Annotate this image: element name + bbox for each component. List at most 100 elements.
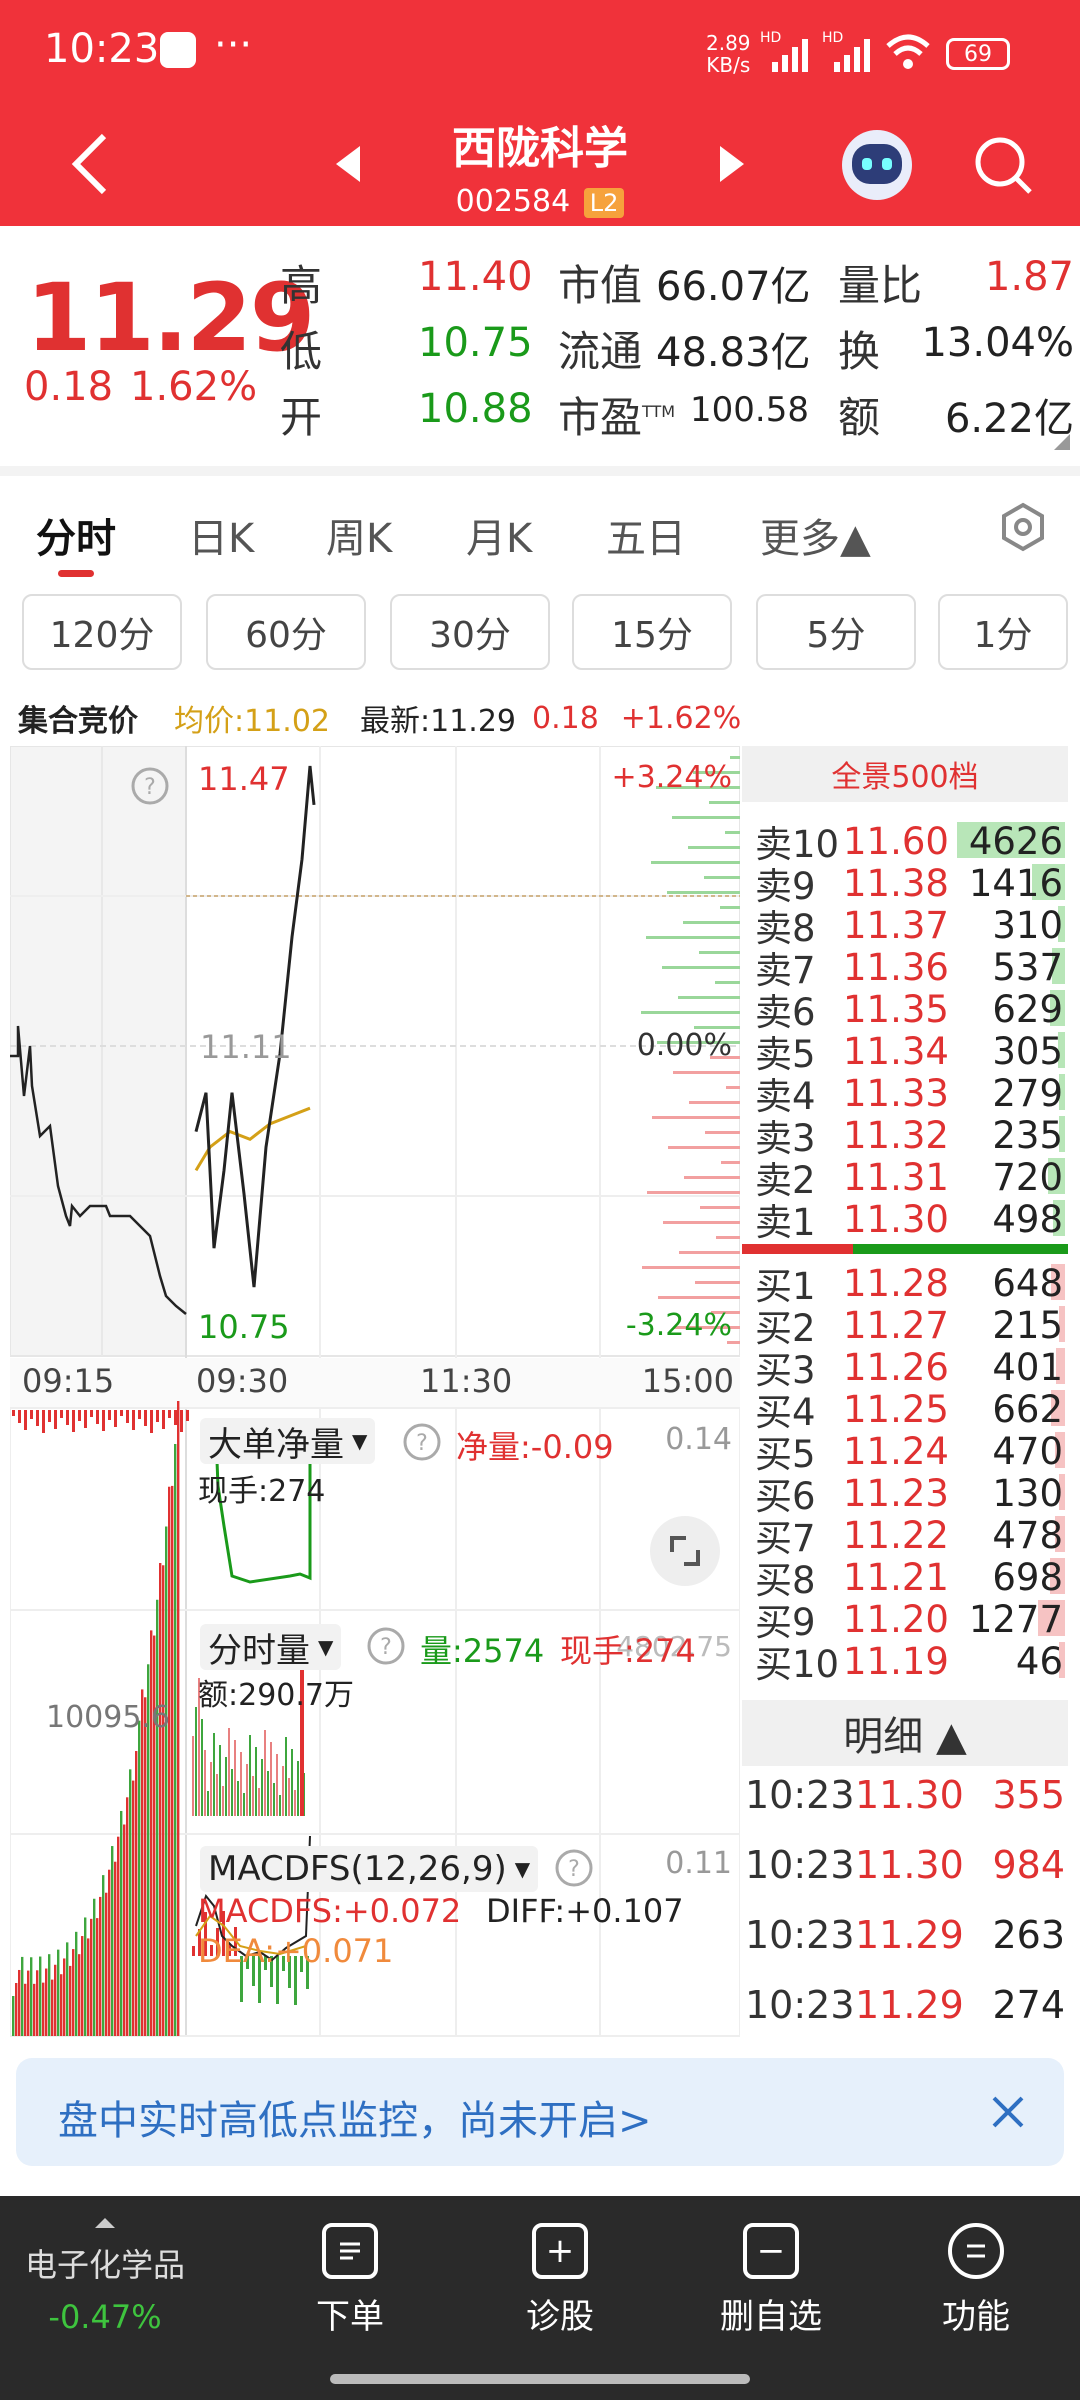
macd-selector[interactable]: MACDFS(12,26,9) ▼ — [200, 1846, 539, 1892]
dea-value: DEA:+0.071 — [198, 1932, 394, 1970]
auction-volume-bar — [105, 1892, 108, 2036]
bid-row[interactable]: 买10 11.19 46 — [755, 1640, 1065, 1686]
auction-volume-bar — [171, 1485, 174, 2036]
intraday-volume-bar — [273, 1783, 275, 1816]
volume-title: 分时量 — [208, 1630, 310, 1671]
robot-assistant-icon[interactable] — [842, 130, 912, 200]
tab-intraday[interactable]: 分时 — [36, 506, 116, 564]
sector-pct: -0.47% — [48, 2298, 162, 2336]
volume-value: 量:2574 — [420, 1632, 545, 1670]
ask-price: 11.33 — [843, 1071, 949, 1115]
volume-hand: 现手:274 — [560, 1632, 696, 1670]
ask-price: 11.30 — [843, 1197, 949, 1241]
intraday-volume-bar — [294, 1790, 296, 1816]
intraday-volume-bar — [252, 1776, 254, 1816]
bid-ask-ratio-bar — [742, 1244, 1068, 1254]
home-indicator[interactable] — [330, 2374, 750, 2384]
auction-volume-bar — [153, 1635, 156, 2036]
period-60min[interactable]: 60分 — [206, 594, 366, 670]
low-value: 10.75 — [418, 320, 533, 366]
auction-volume-bar — [33, 1983, 36, 2036]
period-5min[interactable]: 5分 — [756, 594, 916, 670]
prev-stock-icon[interactable] — [334, 144, 362, 184]
depth-bar — [699, 951, 740, 954]
pct-axis-low: -3.24% — [625, 1308, 732, 1343]
settings-hexagon-icon[interactable] — [1000, 502, 1046, 552]
ask-volume-value: 537 — [992, 945, 1063, 989]
turnover-value: 13.04% — [921, 320, 1074, 366]
auction-volume-bar — [114, 1861, 117, 2036]
diagnose-label: 诊股 — [526, 2296, 594, 2337]
auction-volume-bar — [150, 1630, 153, 2036]
close-icon[interactable] — [990, 2094, 1026, 2130]
auction-volume-bar — [99, 1896, 102, 2036]
trade-time: 10:23 — [745, 1843, 855, 1887]
caret-up-icon — [95, 2218, 115, 2228]
trade-price: 11.29 — [855, 1983, 964, 2027]
fullscreen-icon[interactable] — [650, 1516, 720, 1586]
help-circle-icon[interactable]: ? — [402, 1422, 442, 1462]
svg-text:?: ? — [380, 1635, 392, 1660]
bid-price: 11.23 — [843, 1471, 949, 1515]
latest-price: 最新:11.29 — [360, 704, 516, 739]
back-icon[interactable] — [68, 130, 112, 198]
help-circle-icon[interactable]: ? — [130, 766, 170, 806]
ask-row[interactable]: 卖1 11.30 498 — [755, 1197, 1065, 1244]
auction-net-bar — [126, 1410, 129, 1423]
depth-bar — [662, 966, 740, 969]
order-book-header[interactable]: 全景500档 — [742, 746, 1068, 802]
period-1min[interactable]: 1分 — [938, 594, 1068, 670]
period-15min[interactable]: 15分 — [572, 594, 732, 670]
tab-daily-k[interactable]: 日K — [188, 506, 254, 564]
help-circle-icon[interactable]: ? — [554, 1848, 594, 1888]
depth-bar — [642, 1266, 740, 1269]
auction-net-bar — [168, 1410, 171, 1418]
period-120min[interactable]: 120分 — [22, 594, 182, 670]
ask-volume-value: 1416 — [968, 861, 1063, 905]
period-30min[interactable]: 30分 — [390, 594, 550, 670]
function-button[interactable]: 功能 — [916, 2200, 1036, 2360]
auction-volume-bar — [156, 1599, 159, 2036]
trade-row: 10:23 11.29 274 — [745, 1980, 1065, 2030]
stock-title: 西陇科学 002584 L2 — [390, 110, 690, 219]
next-stock-icon[interactable] — [718, 144, 746, 184]
volume-selector[interactable]: 分时量 ▼ — [200, 1624, 342, 1671]
pe-value: 100.58 — [690, 390, 809, 430]
help-circle-icon[interactable]: ? — [366, 1626, 406, 1666]
auction-volume-bar — [45, 1968, 48, 2036]
remove-watchlist-button[interactable]: − 删自选 — [706, 2200, 836, 2360]
bid-volume: 401 — [961, 1346, 1065, 1389]
depth-bar — [667, 891, 740, 894]
depth-bar — [668, 1146, 740, 1149]
tab-more[interactable]: 更多▲ — [760, 506, 871, 564]
order-button[interactable]: 下单 — [290, 2200, 410, 2360]
bid-volume: 478 — [961, 1514, 1065, 1557]
search-icon[interactable] — [972, 134, 1036, 198]
monitor-banner[interactable]: 盘中实时高低点监控，尚未开启> — [16, 2058, 1064, 2166]
trade-detail-header[interactable]: 明细 ▲ — [742, 1700, 1068, 1766]
large-order-selector[interactable]: 大单净量 ▼ — [200, 1418, 376, 1465]
sector-indicator[interactable]: 电子化学品 -0.47% — [0, 2196, 210, 2366]
signal-icon-1 — [772, 39, 808, 72]
expand-corner-icon[interactable] — [1052, 432, 1072, 452]
diagnose-button[interactable]: + 诊股 — [500, 2200, 620, 2360]
tab-monthly-k[interactable]: 月K — [466, 506, 532, 564]
bid-volume: 46 — [961, 1640, 1065, 1683]
intraday-volume-bar — [234, 1740, 236, 1816]
network-speed-value: 2.89 — [706, 31, 751, 55]
auction-volume-bar — [51, 1979, 54, 2036]
intraday-volume-bar — [288, 1778, 290, 1816]
time-label-0930: 09:30 — [196, 1362, 289, 1400]
intraday-volume-bar — [216, 1774, 218, 1816]
intraday-volume-bar — [264, 1730, 266, 1816]
price-axis-high: 11.47 — [198, 760, 290, 798]
auction-volume-bar — [174, 1443, 177, 2036]
depth-bar — [704, 876, 740, 879]
tab-weekly-k[interactable]: 周K — [326, 506, 392, 564]
tab-five-day[interactable]: 五日 — [606, 506, 686, 564]
intraday-volume-bar — [267, 1771, 269, 1816]
trade-row: 10:23 11.30 355 — [745, 1770, 1065, 1820]
avg-price: 均价:11.02 — [174, 704, 330, 739]
net-volume-label: 净量: — [456, 1428, 531, 1466]
panel1-hand: 现手:274 — [198, 1474, 326, 1509]
